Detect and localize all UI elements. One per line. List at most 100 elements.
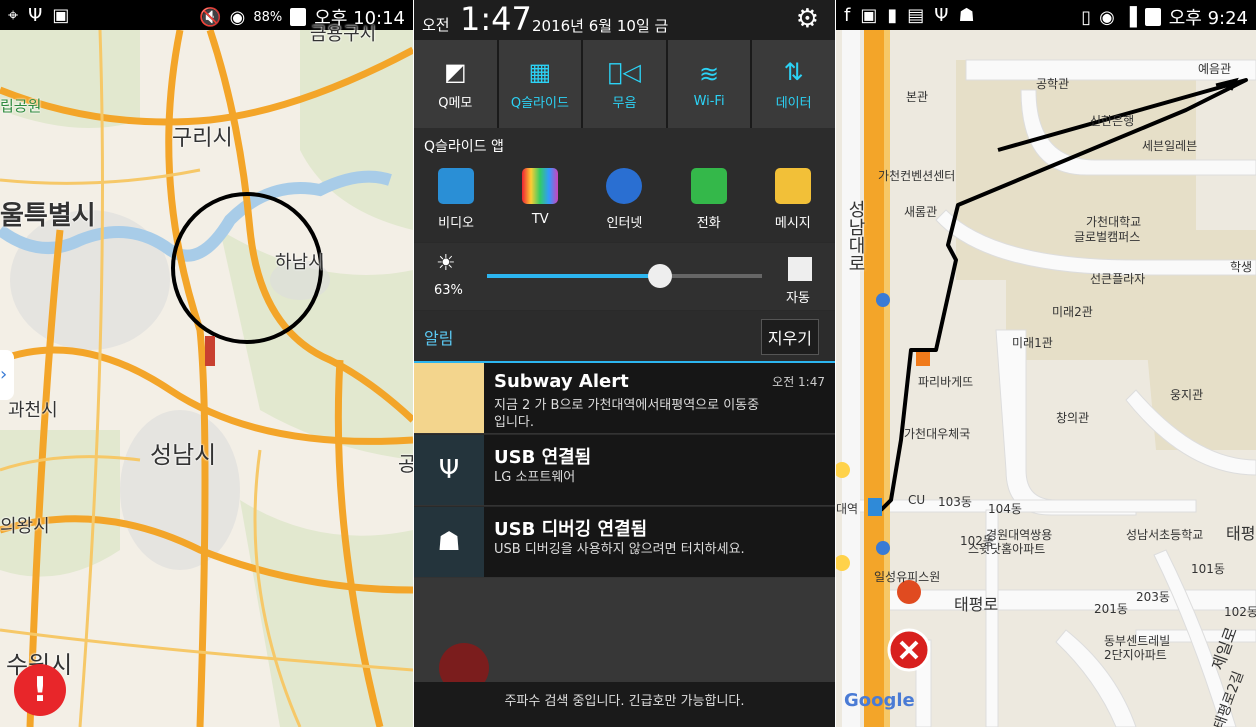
notification-usb-debug[interactable]: ☗ USB 디버깅 연결됨 USB 디버깅을 사용하지 않으려면 터치하세요.: [414, 507, 835, 578]
wifi-icon: ≋: [699, 59, 720, 88]
auto-checkbox[interactable]: [788, 257, 812, 281]
usb-icon: Ψ: [28, 5, 43, 26]
notification-title: USB 디버깅 연결됨: [494, 519, 648, 540]
usb-icon: Ψ: [414, 435, 484, 505]
notification-usb[interactable]: Ψ USB 연결됨 LG 소프트웨어: [414, 435, 835, 506]
map-label: 101동: [1191, 562, 1225, 576]
google-logo: Google: [844, 690, 915, 711]
tile-data[interactable]: ⇅ 데이터: [752, 40, 835, 128]
road-label: 태평로: [954, 595, 999, 614]
notification-body: LG 소프트웨어: [494, 470, 576, 485]
video-icon: [438, 168, 475, 204]
q-slide-icon: ▦: [528, 57, 552, 86]
brightness-percent: 63%: [434, 283, 463, 298]
close-icon[interactable]: [888, 598, 932, 642]
ampm: 오전: [422, 16, 450, 34]
clear-button[interactable]: 지우기: [760, 319, 819, 355]
notification-time: 오전 1:47: [772, 375, 825, 389]
data-icon: ⇅: [783, 57, 804, 86]
phone-icon: [690, 168, 727, 204]
quick-settings: ◩ Q메모 ▦ Q슬라이드 ◁ׄ 무음 ≋ Wi-Fi ⇅ 데이터: [414, 40, 835, 128]
tile-qmemo[interactable]: ◩ Q메모: [414, 40, 497, 128]
map-label: CU: [908, 493, 926, 507]
tile-qslide[interactable]: ▦ Q슬라이드: [498, 40, 582, 128]
map-label: 하남시: [275, 252, 325, 273]
envelope-icon: [774, 168, 811, 204]
map-panel-right[interactable]: f ▣ ▮ ▤ Ψ ☗ ▯ ◉ ▐ 오후 9:24 공학관 예음관 본관 신한은행: [836, 0, 1256, 727]
date: 2016년 6월 10일 금: [532, 17, 669, 35]
map-label: 201동: [1094, 602, 1128, 616]
android-icon: ☗: [958, 5, 975, 26]
map-label: 공: [398, 452, 413, 476]
brightness-slider-knob[interactable]: [648, 264, 673, 288]
map-label: 미래1관: [1012, 336, 1053, 350]
map-label: 글로벌캠퍼스: [1074, 230, 1141, 244]
map-label: 성남서초등학교: [1126, 528, 1204, 542]
battery-icon: [290, 8, 307, 26]
map-label: 대역: [836, 502, 859, 516]
app-message[interactable]: 메시지: [758, 168, 828, 231]
notification-title: Subway Alert: [494, 371, 629, 392]
map-label: 창의관: [1056, 411, 1090, 425]
qslide-apps: Q슬라이드 앱 비디오 TV 인터넷 전화 메시지: [414, 128, 835, 242]
map-label: 울특별시: [0, 201, 96, 231]
settings-gear-icon[interactable]: ⚙: [796, 4, 819, 34]
wifi-status-icon: ◉: [1099, 6, 1115, 28]
expand-arrow-icon[interactable]: ›: [0, 350, 14, 400]
notification-body: 지금 2 가 B으로 가천대역에서태평역으로 이동중입니다.: [494, 398, 760, 430]
road-label: 태평: [1226, 524, 1256, 543]
image-icon: ▣: [52, 5, 70, 26]
map-label: 공학관: [1036, 77, 1070, 91]
map-label: 과천시: [8, 400, 58, 421]
map-panel-left[interactable]: ⌖ Ψ ▣ 🔇 ◉ 88% 오후 10:14 금용구시 립공원 구리시 울특별시…: [0, 0, 413, 727]
alert-icon[interactable]: !: [14, 664, 66, 716]
battery-text: 88%: [253, 9, 283, 25]
app-video[interactable]: 비디오: [421, 168, 491, 231]
clipboard-icon: ▤: [907, 5, 925, 26]
map-label: 구리시: [172, 126, 233, 151]
map-label: 일성유피스원: [874, 570, 941, 584]
section-title: Q슬라이드 앱: [424, 139, 504, 155]
map-label: 파리바게뜨: [918, 375, 974, 389]
app-phone[interactable]: 전화: [674, 168, 744, 231]
notification-shade: 오전 1:47 2016년 6월 10일 금 ⚙ ◩ Q메모 ▦ Q슬라이드 ◁ׄ 무…: [414, 0, 835, 727]
wifi-status-icon: ◉: [229, 6, 246, 28]
map-label: 본관: [906, 90, 929, 104]
brightness-row: ☀ 63% 자동: [414, 243, 835, 310]
map-label: 103동: [938, 495, 972, 509]
app-tv[interactable]: TV: [505, 168, 575, 231]
status-bar: f ▣ ▮ ▤ Ψ ☗ ▯ ◉ ▐ 오후 9:24: [836, 0, 1256, 30]
map-label: 립공원: [0, 97, 42, 115]
map-label: 신한은행: [1090, 114, 1135, 128]
image-icon: ▣: [860, 5, 878, 26]
facebook-icon: f: [844, 5, 851, 26]
mute-status-icon: 🔇: [199, 6, 222, 28]
vibrate-icon: ▯: [1081, 6, 1092, 28]
notification-subway[interactable]: Subway Alert 오전 1:47 지금 2 가 B으로 가천대역에서태평…: [414, 363, 835, 434]
location-icon: ⌖: [8, 5, 19, 26]
map-label: 가천대우체국: [904, 427, 971, 441]
mute-icon: ◁ׄ: [608, 57, 641, 86]
auto-label: 자동: [786, 291, 810, 306]
map-label: 새롬관: [904, 205, 938, 219]
map-label: 203동: [1136, 590, 1170, 604]
notifications-header: 알림 지우기: [414, 311, 835, 363]
notifications-title: 알림: [424, 329, 454, 348]
tile-wifi[interactable]: ≋ Wi-Fi: [667, 40, 751, 128]
signal-icon: ▐: [1122, 6, 1137, 28]
sun-icon: ☀: [436, 251, 456, 276]
app-internet[interactable]: 인터넷: [589, 168, 659, 231]
battery-small-icon: ▮: [887, 5, 898, 26]
android-debug-icon: ☗: [414, 507, 484, 577]
map-label: 2단지아파트: [1104, 648, 1167, 662]
map-label: 성남시: [150, 441, 217, 469]
map-label: 세븐일레븐: [1142, 139, 1198, 153]
map-label: 104동: [988, 502, 1022, 516]
tile-mute[interactable]: ◁ׄ 무음: [583, 40, 666, 128]
map-label: 의왕시: [0, 516, 50, 537]
battery-icon: [1144, 8, 1161, 26]
map-label: 스윗닷홈아파트: [968, 542, 1046, 556]
q-memo-icon: ◩: [443, 57, 467, 86]
brightness-track[interactable]: [487, 274, 762, 278]
map-label: 웅지관: [1170, 388, 1204, 402]
